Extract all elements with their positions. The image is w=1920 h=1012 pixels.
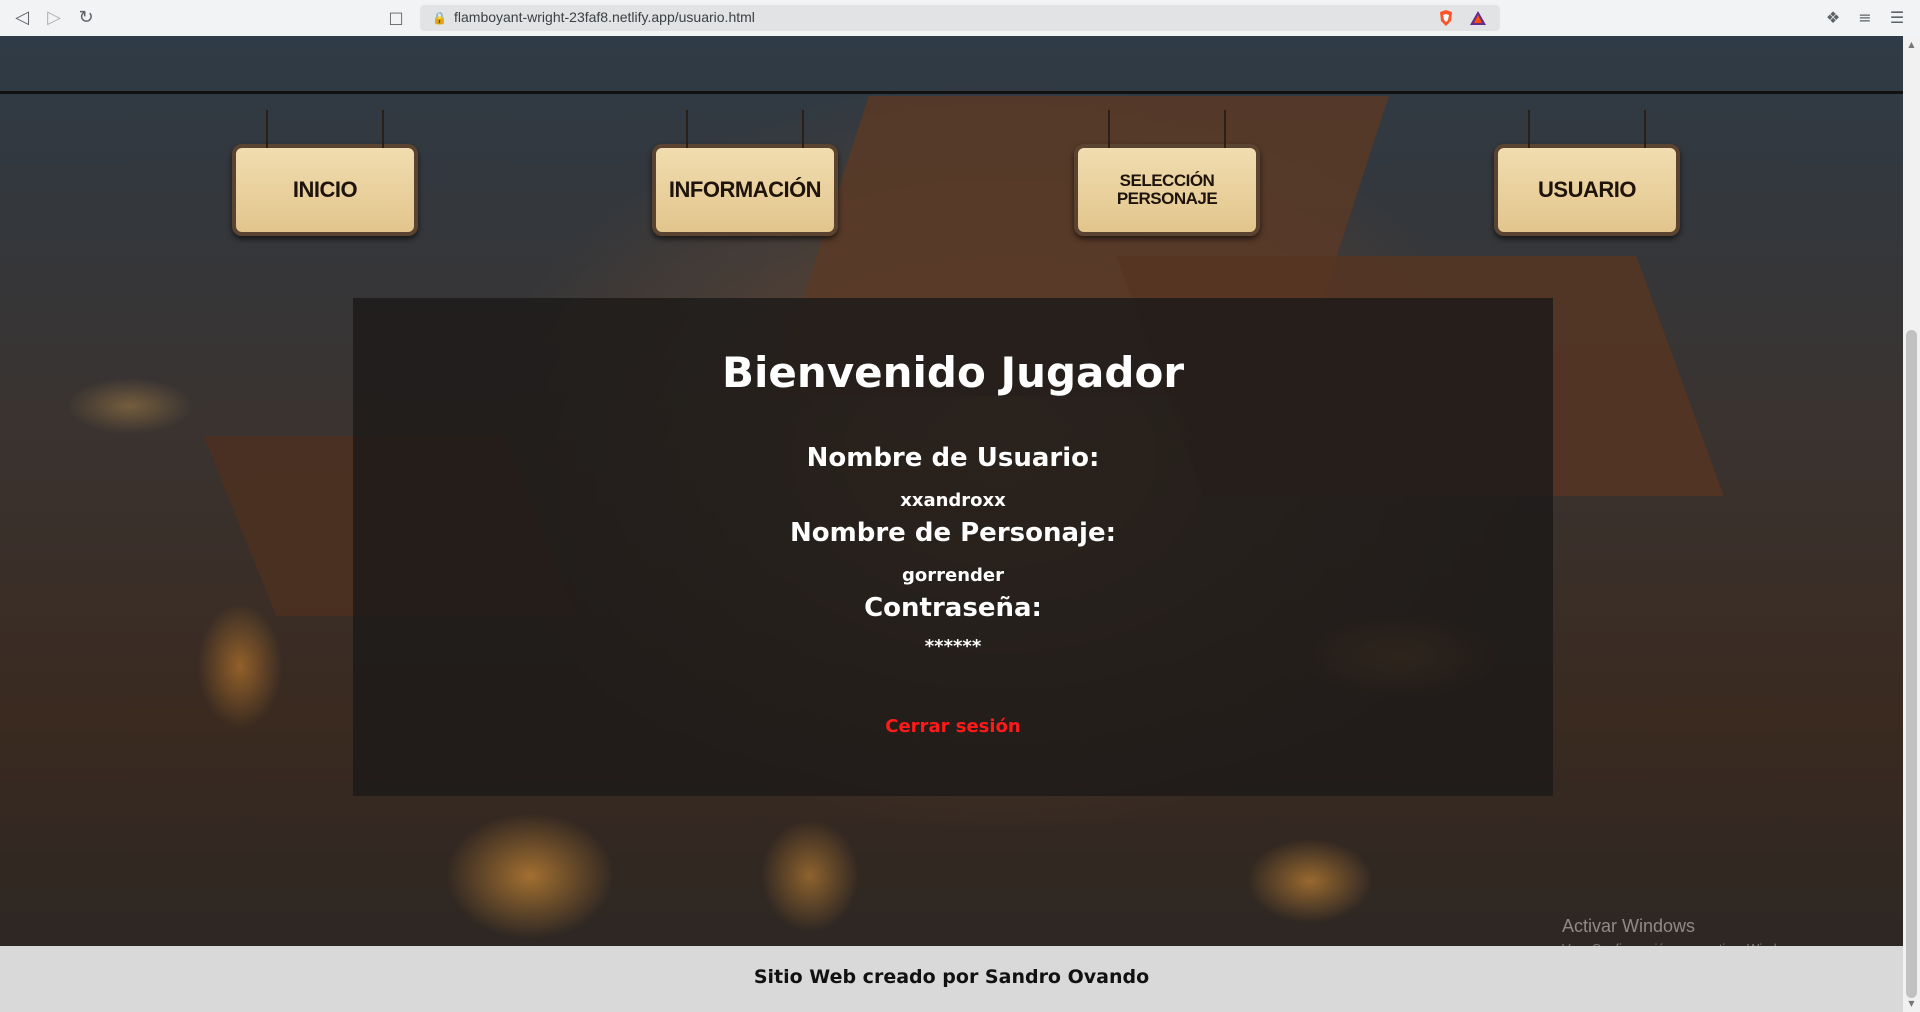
activation-watermark-title: Activar Windows — [1562, 916, 1696, 936]
page-scrollbar[interactable]: ▲ ▼ — [1903, 36, 1920, 1012]
nav-seleccion-personaje-label: SELECCIÓN PERSONAJE — [1116, 171, 1218, 208]
brave-rewards-icon[interactable] — [1468, 8, 1488, 28]
character-value: gorrender — [902, 565, 1004, 586]
scrollbar-thumb[interactable] — [1906, 330, 1917, 998]
user-profile-panel: Bienvenido Jugador Nombre de Usuario: xx… — [353, 298, 1553, 796]
scroll-down-icon[interactable]: ▼ — [1907, 999, 1916, 1008]
character-label: Nombre de Personaje: — [790, 518, 1116, 548]
nav-informacion-label: INFORMACIÓN — [668, 177, 822, 202]
logout-link[interactable]: Cerrar sesión — [353, 716, 1553, 737]
nav-seleccion-line1: SELECCIÓN — [1119, 171, 1215, 190]
forward-arrow-icon[interactable]: ▷ — [42, 6, 66, 30]
nav-seleccion-personaje-button[interactable]: SELECCIÓN PERSONAJE — [1074, 110, 1260, 236]
brave-shield-icon[interactable] — [1436, 8, 1456, 28]
nav-usuario-label: USUARIO — [1538, 177, 1636, 202]
nav-inicio-button[interactable]: INICIO — [232, 110, 418, 236]
lock-icon[interactable]: 🔒 — [432, 10, 448, 26]
nav-seleccion-line2: PERSONAJE — [1116, 189, 1218, 208]
username-label: Nombre de Usuario: — [806, 443, 1100, 473]
footer-credit: Sitio Web creado por Sandro Ovando — [753, 966, 1150, 988]
footer: Sitio Web creado por Sandro Ovando — [0, 946, 1903, 1012]
username-value: xxandroxx — [900, 490, 1006, 511]
password-label: Contraseña: — [864, 593, 1042, 623]
browser-toolbar: ◁ ▷ ↻ □ 🔒 flamboyant-wright-23faf8.netli… — [0, 0, 1920, 37]
nav-informacion-button[interactable]: INFORMACIÓN — [652, 110, 838, 236]
puzzle-icon[interactable]: ❖ — [1823, 8, 1843, 28]
page-background: INICIO INFORMACIÓN SELECCIÓN PERSONAJE U… — [0, 36, 1903, 1012]
address-bar[interactable]: 🔒 flamboyant-wright-23faf8.netlify.app/u… — [420, 5, 1500, 31]
playlist-icon[interactable]: ≡ — [1855, 8, 1875, 28]
reload-icon[interactable]: ↻ — [74, 6, 98, 30]
scroll-up-icon[interactable]: ▲ — [1907, 40, 1916, 49]
menu-icon[interactable]: ☰ — [1887, 8, 1907, 28]
nav-usuario-button[interactable]: USUARIO — [1494, 110, 1680, 236]
header-divider — [0, 91, 1903, 94]
page-title: Bienvenido Jugador — [721, 348, 1185, 397]
password-value: ****** — [924, 636, 982, 657]
back-arrow-icon[interactable]: ◁ — [10, 6, 34, 30]
bookmark-icon[interactable]: □ — [386, 8, 406, 28]
url-text[interactable]: flamboyant-wright-23faf8.netlify.app/usu… — [454, 9, 755, 25]
nav-inicio-label: INICIO — [292, 177, 358, 202]
